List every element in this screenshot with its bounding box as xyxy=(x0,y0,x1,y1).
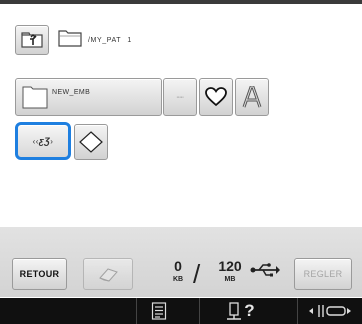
heart-pattern-button[interactable] xyxy=(199,78,233,116)
usb-icon xyxy=(250,263,280,277)
presser-foot-button[interactable] xyxy=(297,298,362,324)
back-button[interactable]: RETOUR xyxy=(12,258,67,290)
current-path: /MY_PAT1 xyxy=(88,37,132,44)
folder-icon xyxy=(22,86,48,109)
set-button-label: REGLER xyxy=(303,269,343,279)
top-divider xyxy=(0,0,362,4)
embroidery-pattern-glyph: ‹‹ƹƷ› xyxy=(33,136,54,146)
stitch-pattern-button[interactable]: ∙∙∙∙∙ xyxy=(163,78,197,116)
folder-label: NEW_EMB xyxy=(52,88,91,96)
list-icon xyxy=(151,302,167,320)
help-button[interactable]: ? xyxy=(199,298,279,324)
back-button-label: RETOUR xyxy=(19,269,60,279)
pattern-glyph-right: › xyxy=(50,137,54,146)
memory-used-value: 0 xyxy=(174,258,182,274)
stitch-dots-icon: ∙∙∙∙∙ xyxy=(176,93,184,101)
help-icon: ? xyxy=(244,301,255,320)
memory-separator: / xyxy=(193,259,201,289)
new-emb-folder-button[interactable]: NEW_EMB xyxy=(15,78,162,116)
pattern-glyph-mid: ƹƷ xyxy=(38,136,51,146)
folder-icon xyxy=(58,30,82,47)
eraser-icon xyxy=(99,268,118,282)
font-letter-icon xyxy=(242,86,262,108)
folder-up-icon xyxy=(21,32,43,48)
embroidery-pattern-button[interactable]: ‹‹ƹƷ› xyxy=(15,122,71,160)
machine-help-icon xyxy=(227,302,242,320)
memory-total-value: 120 xyxy=(218,258,242,274)
frame-pattern-button[interactable] xyxy=(74,124,108,160)
memory-total-unit: MB xyxy=(224,276,236,283)
font-pattern-button[interactable] xyxy=(235,78,269,116)
presser-foot-icon xyxy=(309,305,351,317)
diamond-frame-icon xyxy=(79,131,103,153)
memory-used-unit: KB xyxy=(172,276,184,283)
heart-icon xyxy=(205,87,227,107)
delete-button[interactable] xyxy=(83,258,133,290)
folder-up-button[interactable] xyxy=(15,25,49,55)
set-button[interactable]: REGLER xyxy=(294,258,352,290)
status-bar: ? xyxy=(0,298,362,324)
pattern-list-button[interactable] xyxy=(136,298,181,324)
